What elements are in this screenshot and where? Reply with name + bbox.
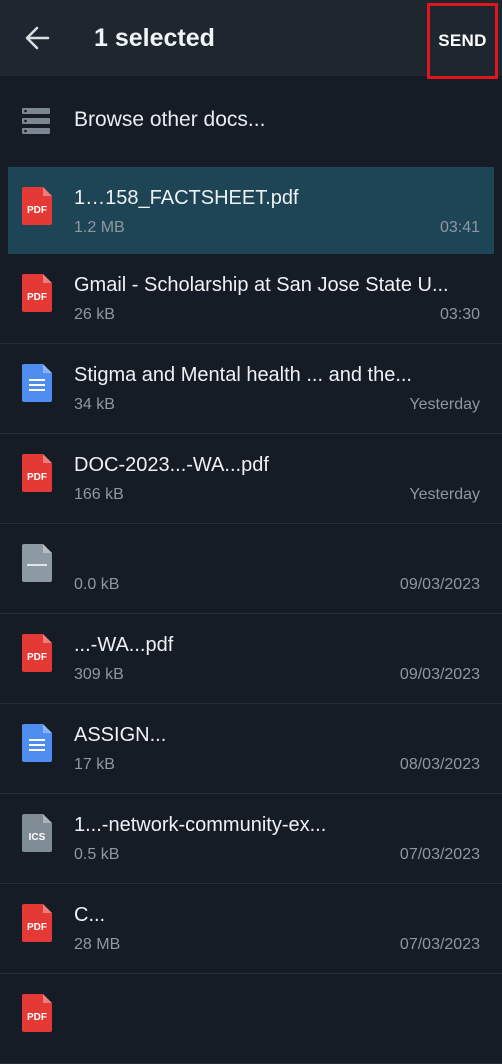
file-date: 03:41: [439, 219, 480, 236]
file-date: 03:30: [439, 306, 480, 323]
file-size: 166 kB: [74, 486, 124, 503]
file-date: 08/03/2023: [399, 756, 480, 773]
doc-file-icon: [22, 364, 52, 402]
file-name: Gmail - Scholarship at San Jose State U.…: [74, 274, 449, 296]
svg-text:PDF: PDF: [27, 652, 47, 663]
file-row[interactable]: PDF DOC-2023...-WA...pdf 166 kB Yesterday: [0, 434, 502, 524]
file-name: 1…158_FACTSHEET.pdf: [74, 187, 299, 209]
file-row[interactable]: Stigma and Mental health ... and the... 3…: [0, 344, 502, 434]
file-size: 17 kB: [74, 756, 115, 773]
file-row[interactable]: PDF ...-WA...pdf 309 kB 09/03/2023: [0, 614, 502, 704]
file-row[interactable]: PDF C... 28 MB 07/03/2023: [0, 884, 502, 974]
file-size: 28 MB: [74, 936, 121, 953]
file-size: 1.2 MB: [74, 219, 125, 236]
browse-other-docs-label: Browse other docs...: [74, 108, 266, 131]
doc-file-icon: [22, 724, 52, 762]
file-row[interactable]: ASSIGN... 17 kB 08/03/2023: [0, 704, 502, 794]
file-size: 26 kB: [74, 306, 115, 323]
file-row[interactable]: PDF: [0, 974, 502, 1064]
file-row[interactable]: PDF Gmail - Scholarship at San Jose State…: [0, 254, 502, 344]
file-date: 07/03/2023: [399, 936, 480, 953]
generic-file-icon: [22, 544, 52, 582]
file-name: 1...-network-community-ex...: [74, 814, 327, 836]
file-size: 0.0 kB: [74, 576, 120, 593]
file-row[interactable]: 0.0 kB 09/03/2023: [0, 524, 502, 614]
pdf-file-icon: PDF: [22, 994, 52, 1032]
list-icon: [22, 108, 50, 134]
pdf-file-icon: PDF: [22, 634, 52, 672]
file-size: 0.5 kB: [74, 846, 120, 863]
file-name: ...-WA...pdf: [74, 634, 174, 656]
file-row[interactable]: ICS 1...-network-community-ex... 0.5 kB 07/…: [0, 794, 502, 884]
svg-text:PDF: PDF: [27, 1012, 47, 1023]
file-size: 309 kB: [74, 666, 124, 683]
selection-count-title: 1 selected: [94, 24, 215, 52]
svg-text:ICS: ICS: [29, 832, 46, 843]
file-name: DOC-2023...-WA...pdf: [74, 454, 269, 476]
back-arrow-icon[interactable]: [20, 22, 56, 54]
file-date: 09/03/2023: [399, 666, 480, 683]
top-app-bar: 1 selected SEND: [0, 0, 502, 79]
file-date: Yesterday: [409, 486, 480, 503]
pdf-file-icon: PDF: [22, 454, 52, 492]
svg-text:PDF: PDF: [27, 292, 47, 303]
file-name: C...: [74, 904, 106, 926]
svg-text:PDF: PDF: [27, 205, 47, 216]
file-name: Stigma and Mental health ... and the...: [74, 364, 412, 386]
document-list: PDF 1…158_FACTSHEET.pdf 1.2 MB 03:41 PDF Gmai…: [0, 163, 502, 1064]
file-date: 09/03/2023: [399, 576, 480, 593]
pdf-file-icon: PDF: [22, 187, 52, 225]
svg-text:PDF: PDF: [27, 922, 47, 933]
file-size: 34 kB: [74, 396, 115, 413]
pdf-file-icon: PDF: [22, 274, 52, 312]
file-row[interactable]: PDF 1…158_FACTSHEET.pdf 1.2 MB 03:41: [8, 167, 494, 254]
file-name: ASSIGN...: [74, 724, 167, 746]
file-date: 07/03/2023: [399, 846, 480, 863]
ics-file-icon: ICS: [22, 814, 52, 852]
browse-other-docs-item[interactable]: Browse other docs...: [0, 76, 502, 164]
svg-text:PDF: PDF: [27, 472, 47, 483]
pdf-file-icon: PDF: [22, 904, 52, 942]
file-date: Yesterday: [409, 396, 480, 413]
send-button[interactable]: SEND: [427, 3, 498, 79]
